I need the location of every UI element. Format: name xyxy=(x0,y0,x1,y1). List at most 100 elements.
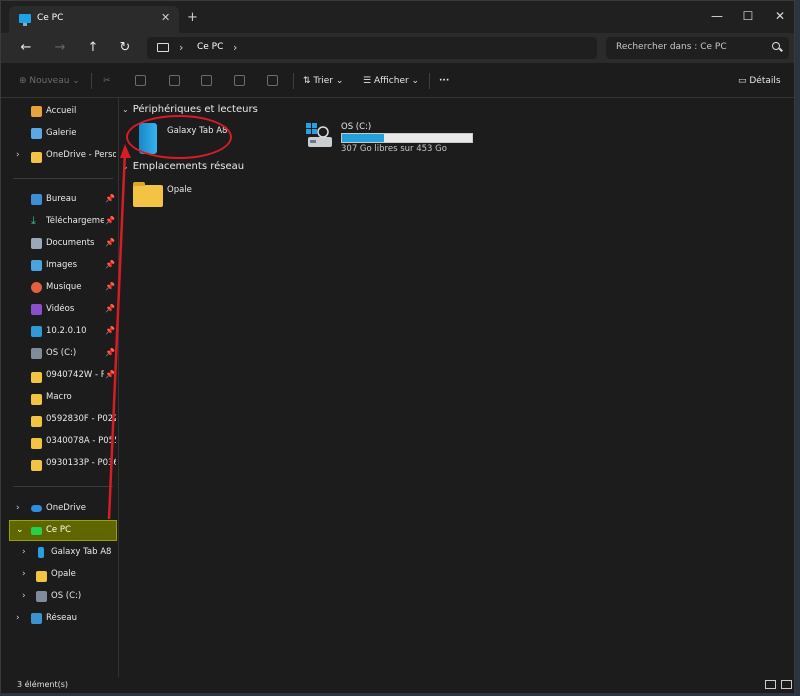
sidebar-item-os-c-tree[interactable]: › OS (C:) xyxy=(1,586,118,608)
sidebar-item-onedrive-personal[interactable]: › OneDrive - Personal xyxy=(1,145,118,167)
sidebar-item-network-pc[interactable]: 10.2.0.10 📌 xyxy=(1,321,118,343)
back-arrow-icon[interactable]: ← xyxy=(17,39,35,57)
pin-icon[interactable]: 📌 xyxy=(105,348,115,357)
pin-icon[interactable]: 📌 xyxy=(105,282,115,291)
minimize-button[interactable]: — xyxy=(707,7,727,25)
content-pane: ⌄ Périphériques et lecteurs Galaxy Tab A8… xyxy=(119,98,795,678)
sidebar-item-label: OneDrive - Personal xyxy=(46,150,116,160)
sidebar-item-os-c[interactable]: OS (C:) 📌 xyxy=(1,343,118,365)
item-count: 3 élément(s) xyxy=(17,680,69,689)
new-tab-button[interactable]: + xyxy=(187,11,198,24)
new-button[interactable]: ⊕ Nouveau ⌄ xyxy=(19,73,80,89)
sidebar-item-musique[interactable]: Musique 📌 xyxy=(1,277,118,299)
sidebar-item-label: OneDrive xyxy=(46,503,86,513)
pin-icon[interactable]: 📌 xyxy=(105,194,115,203)
sidebar-item-onedrive[interactable]: › OneDrive xyxy=(1,498,118,520)
copy-icon[interactable] xyxy=(135,75,146,86)
chevron-down-icon[interactable]: ⌄ xyxy=(16,525,24,535)
sidebar-item-label: 0930133P - P03690 xyxy=(46,458,116,468)
pin-icon[interactable]: 📌 xyxy=(105,326,115,335)
sidebar-item-label: Opale xyxy=(51,569,76,579)
folder-icon xyxy=(133,182,163,207)
tab-close-icon[interactable]: ✕ xyxy=(161,11,170,24)
cut-icon[interactable]: ✂ xyxy=(103,73,111,89)
sidebar-item-folder-0340078a[interactable]: 0340078A - P05543 xyxy=(1,431,118,453)
details-view-icon[interactable] xyxy=(765,680,776,689)
sidebar-item-label: 0940742W - P03 xyxy=(46,370,104,380)
folder-icon xyxy=(31,460,42,471)
sidebar-item-galaxy-tab[interactable]: › Galaxy Tab A8 xyxy=(1,542,118,564)
desktop-icon xyxy=(31,194,42,205)
status-bar: 3 élément(s) xyxy=(1,677,794,693)
more-options-button[interactable]: ··· xyxy=(439,73,449,89)
sidebar-item-images[interactable]: Images 📌 xyxy=(1,255,118,277)
divider xyxy=(13,486,113,487)
up-arrow-icon[interactable]: ↑ xyxy=(84,39,102,57)
rename-icon[interactable] xyxy=(201,75,212,86)
share-icon[interactable] xyxy=(234,75,245,86)
view-button[interactable]: ☰ Afficher ⌄ xyxy=(363,73,419,89)
chevron-right-icon[interactable]: › xyxy=(16,150,20,160)
pin-icon[interactable]: 📌 xyxy=(105,370,115,379)
pin-icon[interactable]: 📌 xyxy=(105,260,115,269)
sidebar-item-label: Téléchargements xyxy=(46,216,104,226)
sort-button[interactable]: ⇅ Trier ⌄ xyxy=(303,73,343,89)
pin-icon[interactable]: 📌 xyxy=(105,238,115,247)
forward-arrow-icon[interactable]: → xyxy=(51,39,69,57)
delete-icon[interactable] xyxy=(267,75,278,86)
sidebar-item-telechargements[interactable]: ⤓ Téléchargements 📌 xyxy=(1,211,118,233)
sidebar-item-label: Musique xyxy=(46,282,82,292)
chevron-right-icon[interactable]: › xyxy=(16,613,20,623)
sidebar-item-opale[interactable]: › Opale xyxy=(1,564,118,586)
sidebar-item-videos[interactable]: Vidéos 📌 xyxy=(1,299,118,321)
maximize-button[interactable]: ☐ xyxy=(738,7,758,25)
sidebar-item-galerie[interactable]: Galerie xyxy=(1,123,118,145)
chevron-right-icon[interactable]: › xyxy=(22,569,26,579)
search-input[interactable]: Rechercher dans : Ce PC xyxy=(606,37,789,59)
sidebar-item-label: Vidéos xyxy=(46,304,75,314)
sidebar-item-folder-0930133p[interactable]: 0930133P - P03690 xyxy=(1,453,118,475)
group-title: Périphériques et lecteurs xyxy=(132,104,258,115)
breadcrumb-ce-pc[interactable]: Ce PC xyxy=(197,42,223,52)
chevron-right-icon[interactable]: › xyxy=(22,547,26,557)
navigation-pane: Accueil Galerie › OneDrive - Personal Bu… xyxy=(1,98,119,678)
drive-usage-fill xyxy=(342,134,384,142)
sidebar-item-accueil[interactable]: Accueil xyxy=(1,101,118,123)
sidebar-item-macro[interactable]: Macro xyxy=(1,387,118,409)
pin-icon[interactable]: 📌 xyxy=(105,216,115,225)
tab-ce-pc[interactable]: Ce PC ✕ xyxy=(9,6,179,33)
chevron-down-icon[interactable]: ⌄ xyxy=(122,105,129,114)
chevron-right-icon[interactable]: › xyxy=(179,41,183,54)
folder-icon xyxy=(31,416,42,427)
divider xyxy=(91,73,92,89)
close-button[interactable]: ✕ xyxy=(770,7,790,25)
chevron-right-icon[interactable]: › xyxy=(233,41,237,54)
sidebar-item-folder-0940742w[interactable]: 0940742W - P03 📌 xyxy=(1,365,118,387)
divider xyxy=(293,73,294,89)
address-bar[interactable]: › Ce PC › xyxy=(147,37,597,59)
sidebar-item-label: 10.2.0.10 xyxy=(46,326,87,336)
address-row: ← → ↑ ↻ › Ce PC › Rechercher dans : Ce P… xyxy=(1,33,794,63)
tiles-view-icon[interactable] xyxy=(781,680,792,689)
sidebar-item-documents[interactable]: Documents 📌 xyxy=(1,233,118,255)
refresh-icon[interactable]: ↻ xyxy=(116,39,134,57)
sidebar-item-reseau[interactable]: › Réseau xyxy=(1,608,118,630)
annotation-ellipse xyxy=(126,115,232,159)
sidebar-item-folder-0592830f[interactable]: 0592830F - P02260 xyxy=(1,409,118,431)
sidebar-item-label: OS (C:) xyxy=(51,591,82,601)
sidebar-item-bureau[interactable]: Bureau 📌 xyxy=(1,189,118,211)
sidebar-item-label: Images xyxy=(46,260,78,270)
chevron-down-icon[interactable]: ⌄ xyxy=(122,162,129,171)
chevron-right-icon[interactable]: › xyxy=(16,503,20,513)
drive-icon xyxy=(36,591,47,602)
sidebar-item-ce-pc[interactable]: ⌄ Ce PC xyxy=(1,520,118,542)
chevron-right-icon[interactable]: › xyxy=(22,591,26,601)
paste-icon[interactable] xyxy=(169,75,180,86)
pin-icon[interactable]: 📌 xyxy=(105,304,115,313)
network-pc-icon xyxy=(31,326,42,337)
details-button[interactable]: ▭ Détails xyxy=(738,73,781,89)
group-header-devices[interactable]: ⌄ Périphériques et lecteurs xyxy=(122,104,258,115)
group-header-network[interactable]: ⌄ Emplacements réseau xyxy=(122,161,244,172)
videos-icon xyxy=(31,304,42,315)
command-bar: ⊕ Nouveau ⌄ ✂ ⇅ Trier ⌄ ☰ Afficher ⌄ ···… xyxy=(1,65,794,98)
